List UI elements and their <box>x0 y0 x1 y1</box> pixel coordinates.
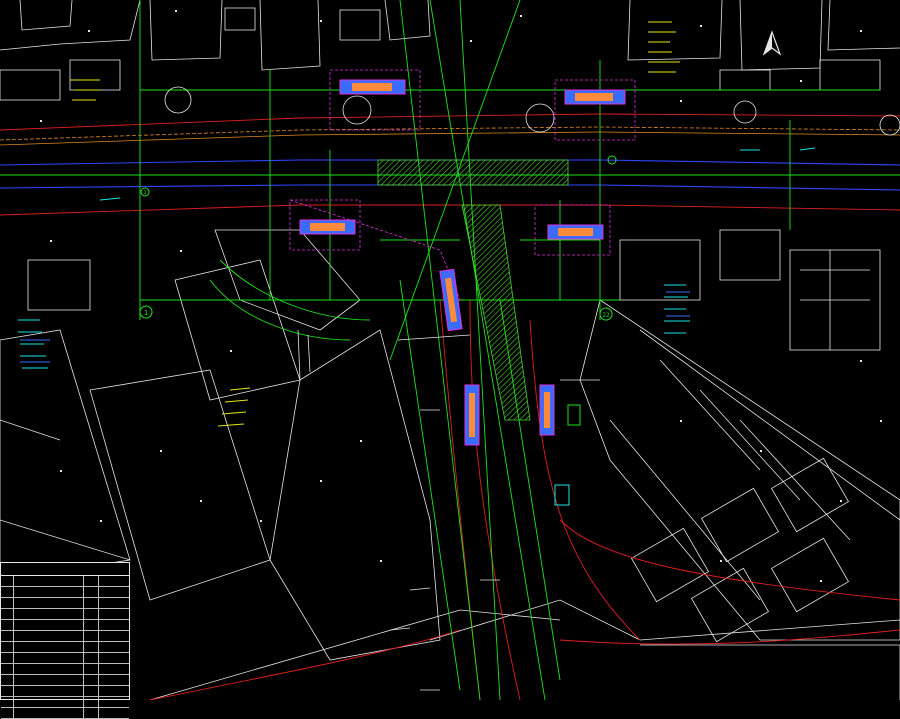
legend-table-cell <box>1 697 14 707</box>
legend-table-cell <box>99 609 129 619</box>
legend-table-row <box>1 642 129 653</box>
legend-table-row <box>1 620 129 631</box>
legend-table-row <box>1 631 129 642</box>
axis-marker-label: 1 <box>143 190 146 196</box>
north-arrow-icon <box>762 30 782 56</box>
legend-table-cell <box>14 664 85 674</box>
legend-table-cell <box>99 653 129 663</box>
legend-table-cell <box>14 631 85 641</box>
legend-table-cell <box>1 653 14 663</box>
legend-table-cell <box>1 708 14 718</box>
legend-table-cell <box>14 675 85 685</box>
axis-marker-label: 22 <box>602 312 610 319</box>
legend-table <box>0 562 130 719</box>
legend-table-cell <box>99 697 129 707</box>
legend-table-title <box>1 563 129 576</box>
legend-table-row <box>1 598 129 609</box>
legend-table-cell <box>14 653 85 663</box>
legend-table-cell <box>1 598 14 608</box>
legend-table-cell <box>99 620 129 630</box>
legend-table-cell <box>14 620 85 630</box>
cad-plan-drawing: 1 1 22 <box>0 0 900 700</box>
legend-table-row <box>1 653 129 664</box>
legend-table-cell <box>84 675 100 685</box>
legend-table-cell <box>84 697 100 707</box>
legend-table-cell <box>1 686 14 696</box>
legend-table-cell <box>1 620 14 630</box>
legend-table-row <box>1 697 129 708</box>
legend-table-cell <box>1 642 14 652</box>
legend-table-row <box>1 664 129 675</box>
legend-table-cell <box>1 675 14 685</box>
legend-table-cell <box>14 576 85 586</box>
legend-table-row <box>1 587 129 598</box>
legend-table-cell <box>14 697 85 707</box>
legend-table-cell <box>1 631 14 641</box>
legend-table-cell <box>99 576 129 586</box>
legend-table-cell <box>99 642 129 652</box>
legend-table-cell <box>84 620 100 630</box>
legend-table-cell <box>99 708 129 718</box>
legend-table-cell <box>1 587 14 597</box>
legend-table-cell <box>84 587 100 597</box>
legend-table-cell <box>14 598 85 608</box>
legend-table-cell <box>99 664 129 674</box>
legend-table-cell <box>14 708 85 718</box>
legend-table-cell <box>99 675 129 685</box>
legend-table-cell <box>14 609 85 619</box>
legend-table-cell <box>14 587 85 597</box>
legend-table-row <box>1 675 129 686</box>
legend-table-cell <box>1 609 14 619</box>
legend-table-cell <box>99 631 129 641</box>
legend-table-cell <box>84 576 100 586</box>
legend-table-cell <box>84 631 100 641</box>
legend-table-cell <box>99 587 129 597</box>
legend-table-cell <box>14 642 85 652</box>
legend-table-cell <box>1 664 14 674</box>
legend-table-cell <box>99 598 129 608</box>
legend-table-cell <box>99 686 129 696</box>
legend-table-cell <box>14 686 85 696</box>
legend-table-cell <box>84 609 100 619</box>
legend-table-cell <box>84 598 100 608</box>
legend-table-cell <box>84 664 100 674</box>
cad-drawing-viewport[interactable]: 1 1 22 <box>0 0 900 719</box>
legend-table-body <box>1 576 129 719</box>
axis-marker-label: 1 <box>144 309 148 317</box>
legend-table-cell <box>84 653 100 663</box>
legend-table-cell <box>84 686 100 696</box>
legend-table-row <box>1 708 129 719</box>
legend-table-cell <box>84 642 100 652</box>
legend-table-row <box>1 686 129 697</box>
legend-table-row <box>1 609 129 620</box>
legend-table-cell <box>84 708 100 718</box>
legend-table-cell <box>1 576 14 586</box>
legend-table-row <box>1 576 129 587</box>
